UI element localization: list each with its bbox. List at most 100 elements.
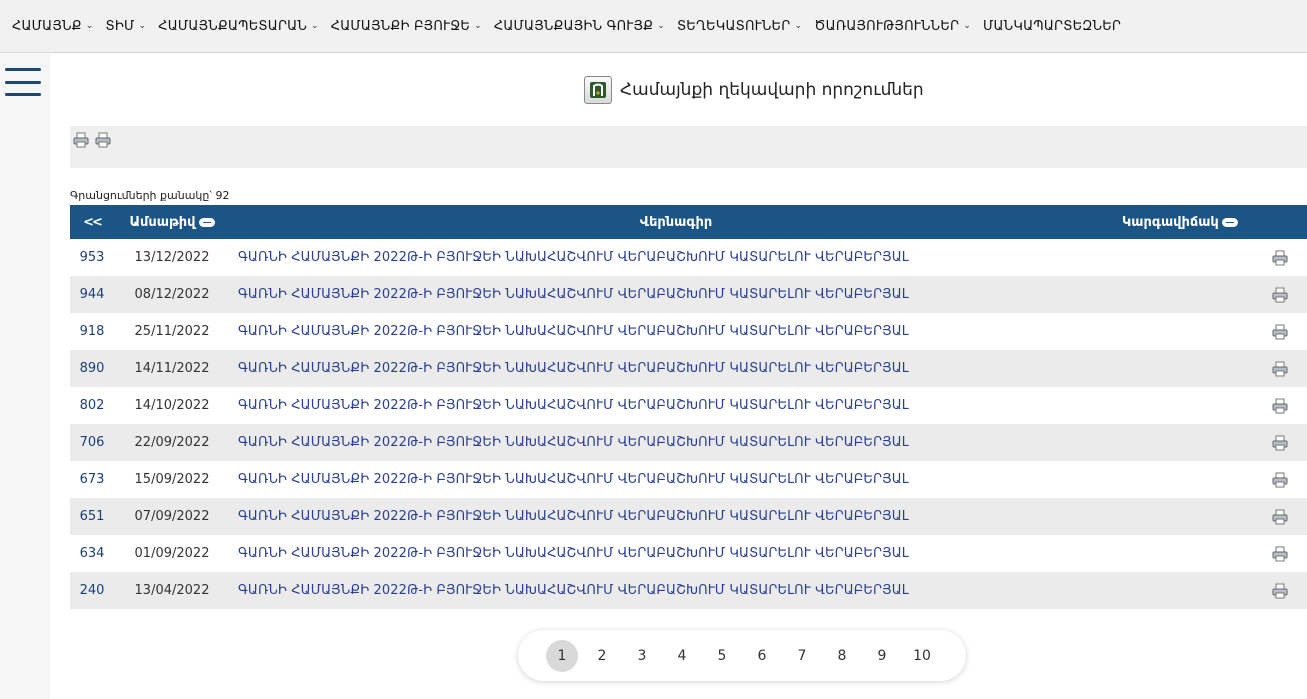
decision-number[interactable]: 706	[70, 424, 114, 461]
decision-title-link[interactable]: ԳԱՌՆԻ ՀԱՄԱՅՆՔԻ 2022Թ-Ի ԲՅՈՒՋԵԻ ՆԱԽԱՀԱՇՎՈ…	[230, 313, 1122, 350]
decision-title-link[interactable]: ԳԱՌՆԻ ՀԱՄԱՅՆՔԻ 2022Թ-Ի ԲՅՈՒՋԵԻ ՆԱԽԱՀԱՇՎՈ…	[230, 461, 1122, 498]
nav-item[interactable]: ՏԵՂԵԿԱՏՈՒՆԵՐ ⌄	[677, 19, 802, 34]
decision-number[interactable]: 651	[70, 498, 114, 535]
page-button[interactable]: 10	[906, 640, 938, 672]
hamburger-line	[5, 93, 41, 96]
table-row: 890 14/11/2022 ԳԱՌՆԻ ՀԱՄԱՅՆՔԻ 2022Թ-Ի ԲՅՈՒ…	[70, 350, 1307, 387]
page-button[interactable]: 6	[746, 640, 778, 672]
chevron-down-icon: ⌄	[963, 21, 972, 31]
nav-item-label: ՀԱՄԱՅՆՔԱՅԻՆ ԳՈՒՅՔ	[493, 18, 654, 34]
decision-number[interactable]: 944	[70, 276, 114, 313]
page-button[interactable]: 3	[626, 640, 658, 672]
decision-date: 08/12/2022	[134, 287, 210, 302]
page-button[interactable]: 2	[586, 640, 618, 672]
print-icon[interactable]	[1271, 398, 1289, 413]
row-print-button[interactable]	[1122, 535, 1307, 572]
row-print-button[interactable]	[1122, 313, 1307, 350]
hamburger-line	[5, 68, 41, 71]
print-icon[interactable]	[1271, 324, 1289, 339]
left-sidebar-strip	[0, 54, 50, 699]
chevron-down-icon: ⌄	[85, 21, 94, 31]
row-print-button[interactable]	[1122, 572, 1307, 609]
nav-item[interactable]: ԾԱՌԱՅՈՒԹՅՈՒՆՆԵՐ ⌄	[814, 19, 971, 34]
print-icon[interactable]	[1271, 361, 1289, 376]
decision-title-link[interactable]: ԳԱՌՆԻ ՀԱՄԱՅՆՔԻ 2022Թ-Ի ԲՅՈՒՋԵԻ ՆԱԽԱՀԱՇՎՈ…	[230, 424, 1122, 461]
row-print-button[interactable]	[1122, 350, 1307, 387]
decision-number[interactable]: 802	[70, 387, 114, 424]
print-icon[interactable]	[1271, 546, 1289, 561]
row-print-button[interactable]	[1122, 424, 1307, 461]
decision-title-link[interactable]: ԳԱՌՆԻ ՀԱՄԱՅՆՔԻ 2022Թ-Ի ԲՅՈՒՋԵԻ ՆԱԽԱՀԱՇՎՈ…	[230, 572, 1122, 609]
decision-title-link[interactable]: ԳԱՌՆԻ ՀԱՄԱՅՆՔԻ 2022Թ-Ի ԲՅՈՒՋԵԻ ՆԱԽԱՀԱՇՎՈ…	[230, 498, 1122, 535]
page-button[interactable]: 4	[666, 640, 698, 672]
page-button[interactable]: 9	[866, 640, 898, 672]
decision-date: 13/04/2022	[134, 583, 210, 598]
nav-item[interactable]: ՀԱՄԱՅՆՔԻ ԲՅՈՒՋԵ ⌄	[331, 19, 482, 34]
row-print-button[interactable]	[1122, 387, 1307, 424]
chevron-down-icon: ⌄	[138, 21, 147, 31]
page-button[interactable]: 8	[826, 640, 858, 672]
decision-title-link[interactable]: ԳԱՌՆԻ ՀԱՄԱՅՆՔԻ 2022Թ-Ի ԲՅՈՒՋԵԻ ՆԱԽԱՀԱՇՎՈ…	[230, 535, 1122, 572]
print-icon[interactable]	[1271, 250, 1289, 265]
decision-date: 15/09/2022	[134, 472, 210, 487]
table-row: 634 01/09/2022 ԳԱՌՆԻ ՀԱՄԱՅՆՔԻ 2022Թ-Ի ԲՅՈՒ…	[70, 535, 1307, 572]
page-button[interactable]: 7	[786, 640, 818, 672]
chevron-down-icon: ⌄	[794, 21, 803, 31]
table-header-row: << Ամսաթիվ Վերնագիր Կարգավիճակ	[70, 205, 1307, 239]
decision-date: 13/12/2022	[134, 250, 210, 265]
row-print-button[interactable]	[1122, 239, 1307, 276]
page-button[interactable]: 1	[546, 639, 578, 672]
chevron-down-icon: ⌄	[311, 21, 319, 31]
decision-date: 22/09/2022	[134, 435, 210, 450]
column-header-number[interactable]: <<	[70, 205, 114, 239]
decision-number[interactable]: 953	[70, 239, 114, 276]
top-navigation: ՀԱՄԱՅՆՔ ⌄ ՏԻՄ ⌄ ՀԱՄԱՅՆՔԱՊԵՏԱՐԱՆ ⌄ ՀԱՄԱՅՆՔԻ ԲՅՈ…	[0, 0, 1307, 53]
print-icon[interactable]	[1271, 435, 1289, 450]
column-header-date[interactable]: Ամսաթիվ	[114, 205, 230, 239]
sort-toggle-icon[interactable]	[198, 217, 215, 227]
print-icon[interactable]	[1271, 509, 1289, 524]
nav-item-label: ՏԵՂԵԿԱՏՈՒՆԵՐ	[676, 18, 791, 34]
print-icon[interactable]	[1271, 583, 1289, 598]
hamburger-menu-icon[interactable]	[5, 68, 41, 96]
table-row: 673 15/09/2022 ԳԱՌՆԻ ՀԱՄԱՅՆՔԻ 2022Թ-Ի ԲՅՈՒ…	[70, 461, 1307, 498]
print-icon[interactable]	[1271, 287, 1289, 302]
decision-title-link[interactable]: ԳԱՌՆԻ ՀԱՄԱՅՆՔԻ 2022Թ-Ի ԲՅՈՒՋԵԻ ՆԱԽԱՀԱՇՎՈ…	[230, 239, 1122, 276]
print-icon[interactable]	[1271, 472, 1289, 487]
nav-item[interactable]: ՏԻՄ ⌄	[105, 19, 146, 34]
print-icon[interactable]	[72, 131, 90, 149]
nav-item[interactable]: ՄԱՆԿԱՊԱՐՏԵԶՆԵՐ	[983, 19, 1121, 34]
column-header-status[interactable]: Կարգավիճակ	[1122, 205, 1307, 239]
row-print-button[interactable]	[1122, 461, 1307, 498]
nav-item[interactable]: ՀԱՄԱՅՆՔԱՊԵՏԱՐԱՆ ⌄	[158, 19, 319, 34]
page-button[interactable]: 5	[706, 640, 738, 672]
row-print-button[interactable]	[1122, 276, 1307, 313]
print-all-icon[interactable]	[94, 131, 112, 149]
nav-item[interactable]: ՀԱՄԱՅՆՔ ⌄	[12, 19, 93, 34]
sort-toggle-icon[interactable]	[1221, 217, 1238, 227]
decision-number[interactable]: 918	[70, 313, 114, 350]
nav-item-label: ՄԱՆԿԱՊԱՐՏԵԶՆԵՐ	[983, 18, 1122, 34]
table-row: 918 25/11/2022 ԳԱՌՆԻ ՀԱՄԱՅՆՔԻ 2022Թ-Ի ԲՅՈՒ…	[70, 313, 1307, 350]
table-row: 706 22/09/2022 ԳԱՌՆԻ ՀԱՄԱՅՆՔԻ 2022Թ-Ի ԲՅՈՒ…	[70, 424, 1307, 461]
pagination: 1 2 3 4 5 6 7 8 9 10	[518, 630, 966, 681]
nav-item[interactable]: ՀԱՄԱՅՆՔԱՅԻՆ ԳՈՒՅՔ ⌄	[494, 19, 665, 34]
decision-title-link[interactable]: ԳԱՌՆԻ ՀԱՄԱՅՆՔԻ 2022Թ-Ի ԲՅՈՒՋԵԻ ՆԱԽԱՀԱՇՎՈ…	[230, 350, 1122, 387]
decision-number[interactable]: 673	[70, 461, 114, 498]
decision-number[interactable]: 634	[70, 535, 114, 572]
decision-title-link[interactable]: ԳԱՌՆԻ ՀԱՄԱՅՆՔԻ 2022Թ-Ի ԲՅՈՒՋԵԻ ՆԱԽԱՀԱՇՎՈ…	[230, 387, 1122, 424]
page-title: Համայնքի ղեկավարի որոշումներ	[620, 80, 924, 100]
decision-date: 14/10/2022	[134, 398, 210, 413]
print-toolbar	[70, 126, 1307, 168]
decision-number[interactable]: 240	[70, 572, 114, 609]
decision-date: 14/11/2022	[134, 361, 210, 376]
row-print-button[interactable]	[1122, 498, 1307, 535]
hamburger-line	[5, 80, 41, 84]
decision-number[interactable]: 890	[70, 350, 114, 387]
nav-item-label: ՀԱՄԱՅՆՔԱՊԵՏԱՐԱՆ	[158, 18, 307, 34]
decision-date: 01/09/2022	[134, 546, 210, 561]
decision-date: 07/09/2022	[134, 509, 210, 524]
chevron-down-icon: ⌄	[657, 21, 665, 31]
decision-date: 25/11/2022	[134, 324, 210, 339]
decision-title-link[interactable]: ԳԱՌՆԻ ՀԱՄԱՅՆՔԻ 2022Թ-Ի ԲՅՈՒՋԵԻ ՆԱԽԱՀԱՇՎՈ…	[230, 276, 1122, 313]
